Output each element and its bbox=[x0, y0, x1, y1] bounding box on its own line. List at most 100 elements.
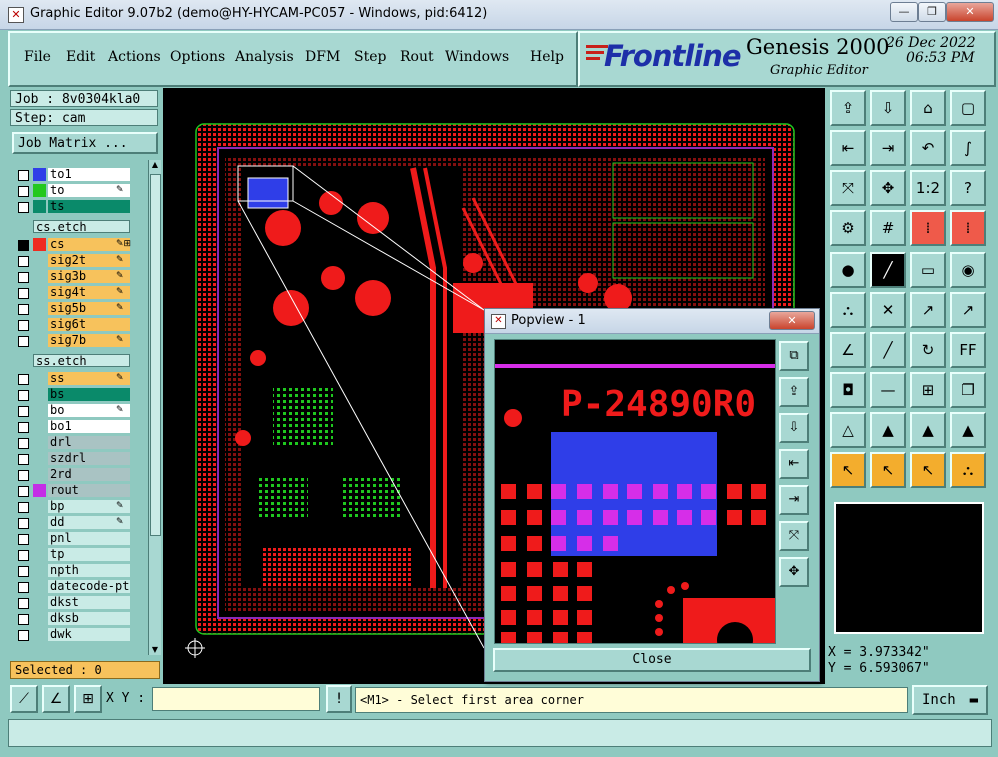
layer-name[interactable]: szdrl bbox=[48, 452, 130, 465]
layer-name[interactable]: 2rd bbox=[48, 468, 130, 481]
popview-pan-up-icon[interactable]: ⇪ bbox=[779, 377, 809, 407]
layer-checkbox[interactable] bbox=[18, 406, 29, 417]
layer-color-swatch[interactable] bbox=[33, 238, 46, 251]
menu-step[interactable]: Step bbox=[354, 49, 386, 65]
layer-row-dkst[interactable]: dkst bbox=[12, 596, 146, 610]
layer-name[interactable]: bs bbox=[48, 388, 130, 401]
undo-icon[interactable]: ↶ bbox=[910, 130, 946, 166]
layer-color-swatch[interactable] bbox=[33, 184, 46, 197]
squares-icon[interactable]: ❐ bbox=[950, 372, 986, 408]
select-box-icon[interactable]: ↖ bbox=[870, 452, 906, 488]
popview-pan-right-icon[interactable]: ⇥ bbox=[779, 485, 809, 515]
scroll-thumb[interactable] bbox=[150, 174, 161, 536]
pan-left-icon[interactable]: ⇤ bbox=[830, 130, 866, 166]
layer-row-dksb[interactable]: dksb bbox=[12, 612, 146, 626]
zoom-in-icon[interactable]: ⇩ bbox=[870, 90, 906, 126]
layer-checkbox[interactable] bbox=[18, 518, 29, 529]
unit-dropdown[interactable]: Inch ▬ bbox=[912, 685, 988, 715]
menu-actions[interactable]: Actions bbox=[108, 49, 161, 65]
layer-row-ss[interactable]: ss ✎ bbox=[12, 372, 146, 386]
layer-checkbox[interactable] bbox=[18, 614, 29, 625]
layer-checkbox[interactable] bbox=[18, 566, 29, 577]
layer-checkbox[interactable] bbox=[18, 630, 29, 641]
layer-name[interactable]: dksb bbox=[48, 612, 130, 625]
layer-checkbox[interactable] bbox=[18, 320, 29, 331]
layer-row-to1[interactable]: to1 bbox=[12, 168, 146, 182]
snap-icon[interactable]: ⁞ bbox=[910, 210, 946, 246]
layer-color-swatch[interactable] bbox=[33, 484, 46, 497]
line-tool-icon[interactable]: ╱ bbox=[870, 252, 906, 288]
layer-checkbox[interactable] bbox=[18, 202, 29, 213]
layer-name[interactable]: tp bbox=[48, 548, 130, 561]
layer-row-to[interactable]: to ✎ bbox=[12, 184, 146, 198]
popview-canvas[interactable]: P-24890R0 bbox=[494, 339, 776, 644]
layer-row-szdrl[interactable]: szdrl bbox=[12, 452, 146, 466]
snap-lines-icon[interactable]: ⁞ bbox=[950, 210, 986, 246]
angle-mode-icon[interactable]: ∠ bbox=[42, 685, 70, 713]
popview-close-button[interactable]: Close bbox=[493, 648, 811, 672]
layer-row-sig4t[interactable]: sig4t ✎ bbox=[12, 286, 146, 300]
text-ff-icon[interactable]: FF bbox=[950, 332, 986, 368]
select-net-icon[interactable]: ⛬ bbox=[950, 452, 986, 488]
layer-name[interactable]: ts bbox=[48, 200, 130, 213]
layer-row-sig2t[interactable]: sig2t ✎ bbox=[12, 254, 146, 268]
layer-checkbox[interactable] bbox=[18, 336, 29, 347]
grid-snap-icon[interactable]: ⊞ bbox=[74, 685, 102, 713]
palette-icon[interactable]: ⚙ bbox=[830, 210, 866, 246]
layer-checkbox[interactable] bbox=[18, 438, 29, 449]
close-window-button[interactable]: ✕ bbox=[946, 2, 994, 22]
layer-name[interactable]: datecode-ptc bbox=[48, 580, 130, 593]
layer-color-swatch[interactable] bbox=[33, 168, 46, 181]
layer-name[interactable]: bo1 bbox=[48, 420, 130, 433]
menu-edit[interactable]: Edit bbox=[66, 49, 95, 65]
grid-icon[interactable]: # bbox=[870, 210, 906, 246]
layer-name[interactable]: dwk bbox=[48, 628, 130, 641]
arc-point-icon[interactable]: ↗ bbox=[910, 292, 946, 328]
rotate-icon[interactable]: ↻ bbox=[910, 332, 946, 368]
measure-icon[interactable]: ⊞ bbox=[910, 372, 946, 408]
layer-row-tp[interactable]: tp bbox=[12, 548, 146, 562]
layer-checkbox[interactable] bbox=[18, 486, 29, 497]
select-arrow-icon[interactable]: ↖ bbox=[830, 452, 866, 488]
zoom-fit-icon[interactable]: ⤧ bbox=[830, 170, 866, 206]
layer-section-ss-etch[interactable]: ss.etch bbox=[12, 354, 146, 368]
layer-row-pnl[interactable]: pnl bbox=[12, 532, 146, 546]
help-icon[interactable]: ? bbox=[950, 170, 986, 206]
minimize-button[interactable]: — bbox=[890, 2, 918, 22]
layer-row-sig5b[interactable]: sig5b ✎ bbox=[12, 302, 146, 316]
ruler-icon[interactable]: ▭ bbox=[910, 252, 946, 288]
triangle-red-icon[interactable]: ▲ bbox=[870, 412, 906, 448]
layer-row-npth[interactable]: npth bbox=[12, 564, 146, 578]
menu-help[interactable]: Help bbox=[530, 49, 564, 65]
layer-checkbox[interactable] bbox=[18, 240, 29, 251]
scroll-down-icon[interactable]: ▼ bbox=[150, 645, 160, 655]
layer-name[interactable]: rout bbox=[48, 484, 130, 497]
menu-options[interactable]: Options bbox=[170, 49, 225, 65]
layer-row-bo[interactable]: bo ✎ bbox=[12, 404, 146, 418]
layer-checkbox[interactable] bbox=[18, 256, 29, 267]
popview-zoom-out-icon[interactable]: ✥ bbox=[779, 557, 809, 587]
layer-checkbox[interactable] bbox=[18, 374, 29, 385]
popview-close-x[interactable]: ✕ bbox=[769, 311, 815, 330]
layer-row-2rd[interactable]: 2rd bbox=[12, 468, 146, 482]
layer-checkbox[interactable] bbox=[18, 470, 29, 481]
zoom-out-icon[interactable]: ✥ bbox=[870, 170, 906, 206]
menu-rout[interactable]: Rout bbox=[400, 49, 434, 65]
popview-zoom-window-icon[interactable]: ⧉ bbox=[779, 341, 809, 371]
zoom-home-icon[interactable]: ⇪ bbox=[830, 90, 866, 126]
arc-icon[interactable]: ↗ bbox=[950, 292, 986, 328]
pad-icon[interactable]: ◉ bbox=[950, 252, 986, 288]
layer-checkbox[interactable] bbox=[18, 550, 29, 561]
layer-name[interactable]: to1 bbox=[48, 168, 130, 181]
layer-checkbox[interactable] bbox=[18, 272, 29, 283]
exclamation-button[interactable]: ! bbox=[326, 685, 352, 713]
layer-checkbox[interactable] bbox=[18, 454, 29, 465]
layer-checkbox[interactable] bbox=[18, 598, 29, 609]
layer-row-datecode-ptc[interactable]: datecode-ptc bbox=[12, 580, 146, 594]
layer-name[interactable]: dkst bbox=[48, 596, 130, 609]
layer-row-sig6t[interactable]: sig6t bbox=[12, 318, 146, 332]
layer-name[interactable]: pnl bbox=[48, 532, 130, 545]
layer-name[interactable]: sig6t bbox=[48, 318, 130, 331]
triangle-pad-icon[interactable]: ▲ bbox=[910, 412, 946, 448]
layer-row-cs[interactable]: cs ✎⊞ bbox=[12, 238, 146, 252]
